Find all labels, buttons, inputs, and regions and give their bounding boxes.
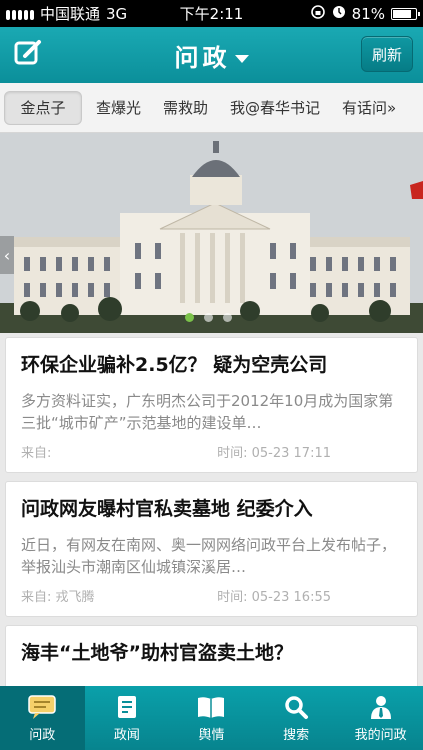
government-building-image [0,133,423,333]
bottom-navigation: 问政 政闻 舆情 搜索 我的问政 [0,686,423,750]
book-icon [196,694,226,720]
battery-percent: 81% [351,4,385,23]
article-source: 来自: [21,446,52,461]
category-tabs: 金点子 查爆光 需救助 我@春华书记 有话问» [0,83,423,133]
nav-label: 问政 [29,727,56,743]
article-source: 来自: 戎飞腾 [21,590,95,605]
article-title: 问政网友曝村官私卖墓地 纪委介入 [21,498,313,520]
status-bar: 中国联通 3G 下午2:11 81% [0,0,423,27]
article-card[interactable]: 海丰“土地爷”助村官盗卖土地？ [5,625,418,695]
nav-label: 政闻 [113,727,140,743]
nav-public-opinion[interactable]: 舆情 [169,686,254,750]
article-time: 时间: 05-23 16:55 [217,590,331,605]
nav-my-wenzheng[interactable]: 我的问政 [338,686,423,750]
signal-icon [6,8,34,20]
article-card[interactable]: 问政网友曝村官私卖墓地 纪委介入 近日，有网友在南网、奥一网网络问政平台上发布帖… [5,481,418,617]
battery-icon [391,7,420,20]
tab-exposure[interactable]: 查爆光 [88,91,149,125]
nav-label: 舆情 [198,727,225,743]
tab-ask-secretary[interactable]: 我@春华书记 [222,91,328,125]
document-icon [114,694,140,720]
article-meta: 来自: 时间: 05-23 17:11 [21,442,401,464]
hero-carousel[interactable]: ‹ [0,133,423,333]
article-card[interactable]: 环保企业骗补2.5亿？ 疑为空壳公司 多方资料证实，广东明杰公司于2012年10… [5,337,418,473]
chevron-down-icon [234,54,249,63]
chat-bubble-icon [27,694,57,720]
article-time: 时间: 05-23 17:11 [217,446,331,461]
carousel-indicator [185,313,232,322]
article-summary: 近日，有网友在南网、奥一网网络问政平台上发布帖子，举报汕头市潮南区仙城镇深溪居… [21,536,397,576]
network-label: 3G [106,4,128,23]
chevron-left-icon: ‹ [3,245,11,265]
compose-button[interactable] [0,27,56,83]
refresh-button[interactable]: 刷新 [361,36,413,72]
carousel-dot[interactable] [223,313,232,322]
carrier-label: 中国联通 [40,5,101,23]
article-summary: 多方资料证实，广东明杰公司于2012年10月成为国家第三批“城市矿产”示范基地的… [21,392,394,432]
carousel-prev-button[interactable]: ‹ [0,236,14,274]
nav-news[interactable]: 政闻 [85,686,170,750]
page-title-text: 问政 [174,43,231,72]
rotation-lock-icon [310,4,326,24]
nav-label: 我的问政 [354,727,407,743]
app-header: 问政 刷新 [0,27,423,83]
tab-golden-ideas[interactable]: 金点子 [4,90,82,125]
page-title[interactable]: 问政 [0,38,423,73]
tab-more[interactable]: 有话问» [334,91,404,125]
nav-label: 搜索 [283,727,310,743]
carousel-dot[interactable] [204,313,213,322]
carousel-dot[interactable] [185,313,194,322]
nav-wenzheng[interactable]: 问政 [0,686,85,750]
tab-help-needed[interactable]: 需救助 [155,91,216,125]
edit-icon [13,38,43,72]
article-meta: 来自: 戎飞腾 时间: 05-23 16:55 [21,586,401,608]
nav-search[interactable]: 搜索 [254,686,339,750]
alarm-icon [332,5,346,23]
article-title: 环保企业骗补2.5亿？ 疑为空壳公司 [21,354,328,376]
article-title: 海丰“土地爷”助村官盗卖土地？ [21,642,293,664]
user-icon [368,694,394,720]
search-icon [283,694,309,720]
